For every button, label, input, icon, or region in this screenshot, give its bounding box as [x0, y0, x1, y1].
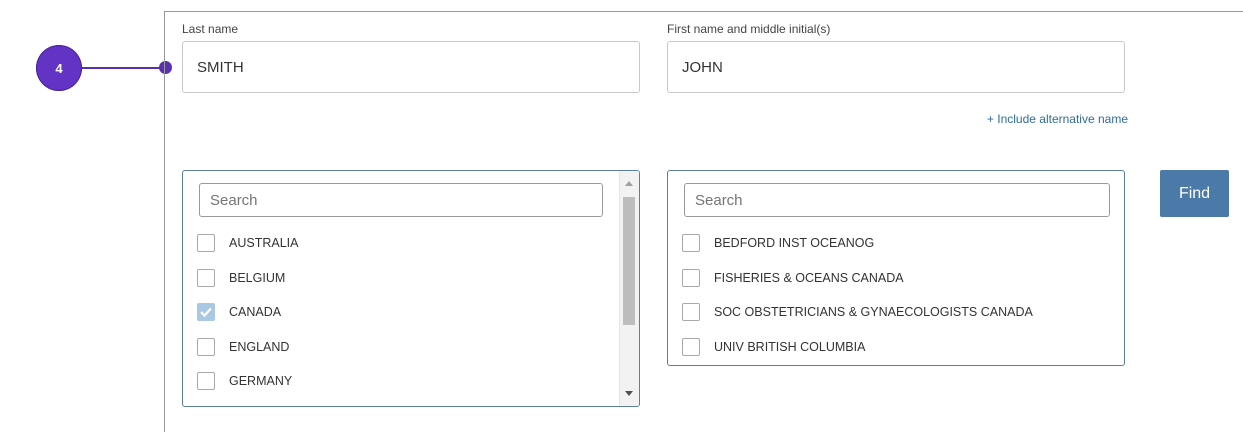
checkbox[interactable]: [682, 269, 700, 287]
country-list-scrollbar[interactable]: [619, 171, 639, 406]
checkbox[interactable]: [197, 372, 215, 390]
country-option-label: ENGLAND: [229, 340, 290, 354]
organization-option-label: UNIV BRITISH COLUMBIA: [714, 340, 866, 354]
country-option-germany[interactable]: GERMANY: [197, 370, 292, 392]
organization-option-fisheries[interactable]: FISHERIES & OCEANS CANADA: [682, 267, 904, 289]
organization-filter-list: Search BEDFORD INST OCEANOG FISHERIES & …: [667, 170, 1125, 366]
country-option-label: AUSTRALIA: [229, 236, 299, 250]
organization-option-label: BEDFORD INST OCEANOG: [714, 236, 875, 250]
first-name-label: First name and middle initial(s): [667, 22, 831, 36]
organization-option-label: SOC OBSTETRICIANS & GYNAECOLOGISTS CANAD…: [714, 305, 1033, 319]
include-alternative-name-link[interactable]: + Include alternative name: [987, 112, 1128, 126]
organization-search-input[interactable]: Search: [684, 183, 1110, 217]
country-option-label: GERMANY: [229, 374, 293, 388]
scroll-up-arrow-icon[interactable]: [625, 181, 633, 186]
country-option-label: BELGIUM: [229, 271, 286, 285]
country-search-input[interactable]: Search: [199, 183, 603, 217]
country-option-belgium[interactable]: BELGIUM: [197, 267, 285, 289]
checkbox[interactable]: [197, 303, 215, 321]
first-name-input[interactable]: JOHN: [667, 41, 1125, 93]
checkbox[interactable]: [197, 269, 215, 287]
checkbox[interactable]: [682, 338, 700, 356]
scroll-thumb[interactable]: [623, 197, 635, 325]
checkbox[interactable]: [197, 234, 215, 252]
checkbox[interactable]: [682, 303, 700, 321]
step-number-badge: 4: [36, 45, 82, 91]
checkbox[interactable]: [682, 234, 700, 252]
callout-line: [80, 67, 166, 69]
organization-option-bedford[interactable]: BEDFORD INST OCEANOG: [682, 232, 874, 254]
last-name-label: Last name: [182, 22, 239, 36]
organization-option-ubc[interactable]: UNIV BRITISH COLUMBIA: [682, 336, 865, 358]
find-button[interactable]: Find: [1160, 170, 1229, 217]
checkbox[interactable]: [197, 338, 215, 356]
organization-option-soc-obstetricians[interactable]: SOC OBSTETRICIANS & GYNAECOLOGISTS CANAD…: [682, 301, 1033, 323]
country-option-label: CANADA: [229, 305, 282, 319]
country-filter-list: Search AUSTRALIA BELGIUM CANADA ENGLAND …: [182, 170, 640, 407]
organization-option-label: FISHERIES & OCEANS CANADA: [714, 271, 904, 285]
scroll-down-arrow-icon[interactable]: [625, 391, 633, 396]
country-option-australia[interactable]: AUSTRALIA: [197, 232, 298, 254]
last-name-input[interactable]: SMITH: [182, 41, 640, 93]
country-option-england[interactable]: ENGLAND: [197, 336, 289, 358]
country-option-canada[interactable]: CANADA: [197, 301, 281, 323]
